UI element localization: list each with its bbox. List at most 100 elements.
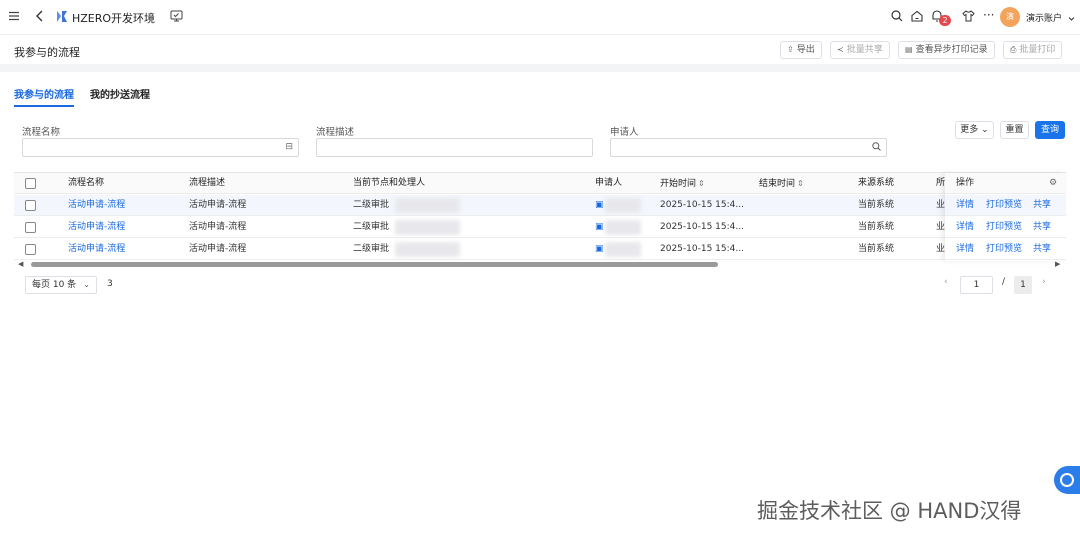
start-time: 2025-10-15 15:4... [660, 222, 744, 232]
batch-print-label: 批量打印 [1019, 45, 1056, 55]
col-end-time[interactable]: 结束时间 ⇕ [759, 173, 804, 194]
col-flow-desc: 流程描述 [189, 178, 226, 188]
more-icon[interactable]: ··· [983, 9, 994, 21]
detail-link[interactable]: 详情 [956, 195, 974, 216]
applicant-input[interactable] [610, 138, 887, 157]
flow-desc: 活动申请-流程 [189, 222, 247, 232]
export-label: 导出 [796, 45, 815, 55]
prev-page-icon[interactable]: ‹ [944, 277, 948, 287]
page-size-select[interactable]: 每页 10 条 ⌄ [25, 276, 97, 294]
detail-link[interactable]: 详情 [956, 217, 974, 238]
horizontal-scrollbar[interactable]: ◀ ▶ [14, 260, 1066, 268]
start-time: 2025-10-15 15:4... [660, 200, 744, 210]
applicant-card-icon[interactable]: ▣ [595, 217, 604, 238]
row-checkbox[interactable] [25, 222, 36, 233]
flow-name-input[interactable]: ⊟ [22, 138, 299, 157]
table-header: 流程名称 流程描述 当前节点和处理人 申请人 开始时间 ⇕ 结束时间 ⇕ 来源系统 … [14, 173, 1066, 194]
more-label: 更多 [960, 125, 979, 135]
end-time-label: 结束时间 [759, 179, 796, 189]
batch-share-button[interactable]: ≺ 批量共享 [830, 41, 890, 59]
chevron-down-icon[interactable] [1068, 12, 1075, 24]
print-preview-link[interactable]: 打印预览 [986, 217, 1022, 238]
back-icon[interactable] [35, 10, 45, 24]
monitor-icon[interactable] [170, 10, 183, 24]
async-print-records-button[interactable]: ▤ 查看异步打印记录 [898, 41, 995, 59]
tab-participated[interactable]: 我参与的流程 [14, 86, 74, 107]
redacted-applicant [605, 220, 641, 235]
col-current-node: 当前节点和处理人 [353, 178, 426, 188]
menu-icon[interactable] [8, 10, 20, 24]
search-icon[interactable] [872, 142, 881, 154]
scrollbar-thumb[interactable] [31, 262, 718, 267]
divider [0, 64, 1080, 72]
operations-column: 操作 ⚙ 详情 打印预览 共享 详情 打印预览 共享 详情 打印预览 共享 [945, 173, 1066, 261]
source-system: 当前系统 [858, 222, 895, 232]
table-row: 活动申请-流程 活动申请-流程 二级审批 ▣ 2025-10-15 15:4..… [14, 195, 1066, 216]
redacted-handler [395, 242, 460, 257]
col-applicant: 申请人 [595, 178, 623, 188]
brand-logo-icon [57, 11, 67, 22]
current-node: 二级审批 [353, 200, 390, 210]
flow-name-link[interactable]: 活动申请-流程 [68, 195, 125, 216]
top-navbar: HZERO开发环境 2 ··· 演 演示账户 [0, 0, 1080, 34]
start-time-label: 开始时间 [660, 179, 697, 189]
select-all-checkbox[interactable] [25, 178, 36, 189]
chevron-down-icon: ⌄ [83, 280, 90, 289]
batch-print-button[interactable]: ⎙ 批量打印 [1003, 41, 1063, 59]
account-name[interactable]: 演示账户 [1026, 11, 1062, 24]
detail-link[interactable]: 详情 [956, 239, 974, 260]
col-partial: 所 [936, 178, 946, 188]
partial-cell: 业 [936, 244, 946, 254]
sort-icon: ⇕ [698, 179, 705, 188]
avatar[interactable]: 演 [1000, 7, 1020, 27]
shirt-icon[interactable] [962, 10, 975, 24]
share-link[interactable]: 共享 [1033, 217, 1051, 238]
batch-share-label: 批量共享 [846, 45, 883, 55]
async-print-label: 查看异步打印记录 [915, 45, 988, 55]
flow-desc-input[interactable] [316, 138, 593, 157]
page-number-input[interactable]: 1 [960, 276, 993, 294]
lov-icon[interactable]: ⊟ [285, 142, 293, 152]
next-page-icon[interactable]: › [1042, 277, 1046, 287]
share-icon: ≺ [837, 45, 844, 54]
query-button[interactable]: 查询 [1035, 121, 1065, 139]
partial-cell: 业 [936, 222, 946, 232]
flow-name-link[interactable]: 活动申请-流程 [68, 217, 125, 238]
printer-icon: ⎙ [1010, 45, 1017, 54]
tab-cc[interactable]: 我的抄送流程 [90, 86, 150, 105]
settings-icon[interactable]: ⚙ [1049, 173, 1057, 194]
export-icon: ⇪ [787, 45, 794, 54]
flow-name-link[interactable]: 活动申请-流程 [68, 239, 125, 260]
redacted-applicant [605, 242, 641, 257]
more-filters-button[interactable]: 更多 ⌄ [955, 121, 994, 139]
chevron-down-icon: ⌄ [978, 125, 989, 135]
flow-desc-label: 流程描述 [316, 127, 355, 138]
printer-icon: ▤ [905, 45, 913, 54]
table-row: 活动申请-流程 活动申请-流程 二级审批 ▣ 2025-10-15 15:4..… [14, 239, 1066, 260]
scroll-left-icon[interactable]: ◀ [18, 260, 23, 268]
redacted-handler [395, 220, 460, 235]
flow-table: 流程名称 流程描述 当前节点和处理人 申请人 开始时间 ⇕ 结束时间 ⇕ 来源系统 … [14, 172, 1066, 261]
applicant-card-icon[interactable]: ▣ [595, 239, 604, 260]
print-preview-link[interactable]: 打印预览 [986, 239, 1022, 260]
col-start-time[interactable]: 开始时间 ⇕ [660, 173, 705, 194]
sort-icon: ⇕ [797, 179, 804, 188]
home-icon[interactable] [911, 10, 923, 24]
source-system: 当前系统 [858, 200, 895, 210]
col-flow-name: 流程名称 [68, 178, 105, 188]
flow-desc: 活动申请-流程 [189, 200, 247, 210]
notification-badge: 2 [939, 15, 951, 26]
print-preview-link[interactable]: 打印预览 [986, 195, 1022, 216]
chat-icon[interactable] [1054, 466, 1080, 494]
source-system: 当前系统 [858, 244, 895, 254]
reset-button[interactable]: 重置 [1000, 121, 1029, 139]
row-checkbox[interactable] [25, 244, 36, 255]
export-button[interactable]: ⇪ 导出 [780, 41, 822, 59]
applicant-card-icon[interactable]: ▣ [595, 195, 604, 216]
share-link[interactable]: 共享 [1033, 195, 1051, 216]
search-icon[interactable] [891, 10, 903, 24]
scroll-right-icon[interactable]: ▶ [1055, 260, 1060, 268]
table-row: 活动申请-流程 活动申请-流程 二级审批 ▣ 2025-10-15 15:4..… [14, 217, 1066, 238]
share-link[interactable]: 共享 [1033, 239, 1051, 260]
row-checkbox[interactable] [25, 200, 36, 211]
